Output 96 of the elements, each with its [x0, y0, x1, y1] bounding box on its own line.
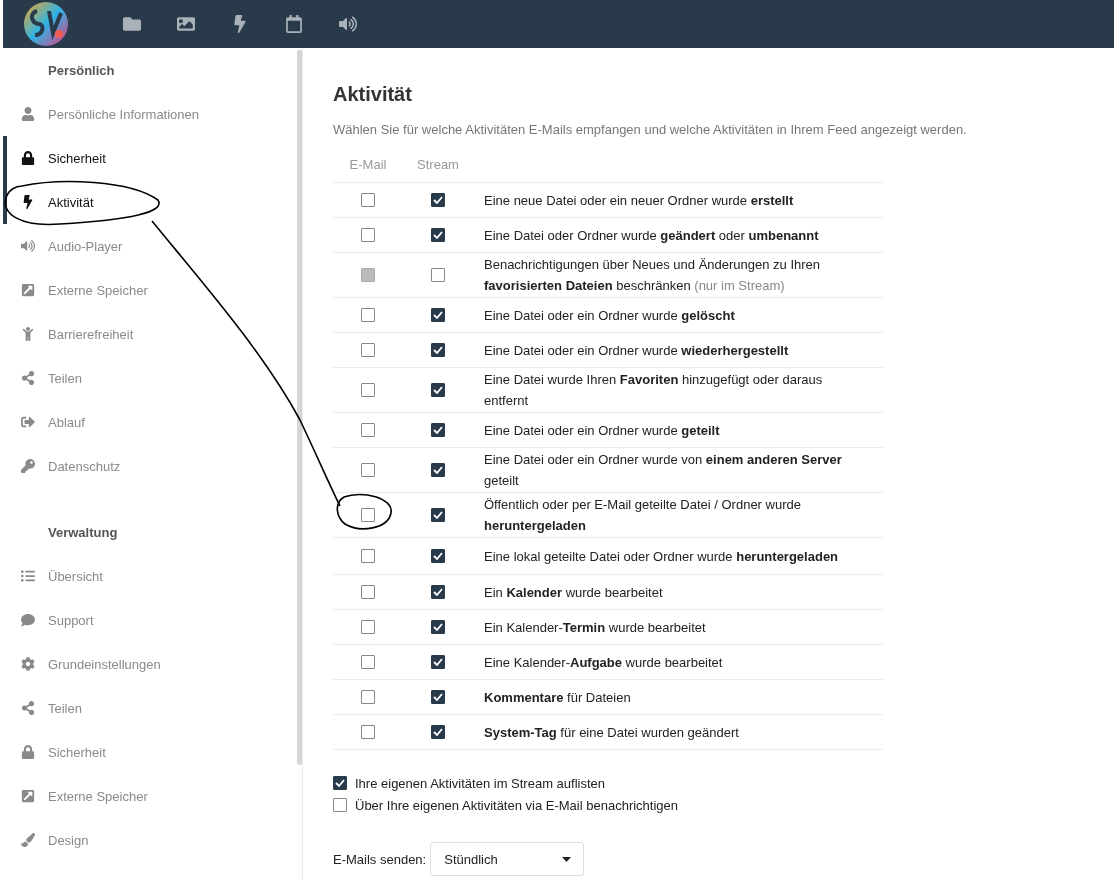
activity-label: Öffentlich oder per E-Mail geteilte Datei / Ordner wurde heruntergeladen [483, 496, 802, 535]
logo-icon[interactable] [23, 1, 69, 47]
sidebar-item[interactable]: Sicherheit [3, 136, 120, 180]
checkbox[interactable] [361, 383, 375, 397]
lock-icon [20, 151, 35, 165]
settings-icon [20, 657, 35, 671]
checkbox[interactable] [361, 508, 375, 522]
checkbox[interactable] [431, 549, 445, 563]
checkbox[interactable] [431, 585, 445, 599]
column-header: Stream [416, 157, 460, 172]
section-heading: Verwaltung [48, 524, 118, 540]
speaker-icon[interactable] [339, 15, 357, 33]
sidebar-item[interactable]: Persönliche Informationen [3, 92, 214, 136]
sidebar-item[interactable]: Design [3, 818, 103, 862]
image-icon[interactable] [177, 15, 195, 33]
sidebar-item[interactable]: Datenschutz [3, 444, 135, 488]
field-label: E-Mails senden: [333, 851, 427, 867]
checkbox[interactable] [361, 193, 375, 207]
activity-label: Eine neue Datei oder ein neuer Ordner wurde erstellt [483, 191, 795, 210]
ellipse-annotation [336, 493, 392, 530]
user-icon [20, 107, 35, 121]
folder-icon[interactable] [123, 15, 141, 33]
option-label: Ihre eigenen Aktivitäten im Stream auflisten [355, 775, 606, 791]
sidebar-item[interactable]: Aktivität [3, 180, 108, 224]
checkbox[interactable] [361, 725, 375, 739]
activity-label: Eine Datei oder ein Ordner wurde wiederhergestellt [483, 341, 790, 360]
list-icon [20, 569, 35, 583]
checkbox[interactable] [361, 463, 375, 477]
activity-label: Eine Datei oder ein Ordner wurde gelöscht [483, 306, 736, 325]
checkbox[interactable] [361, 690, 375, 704]
share-icon [20, 371, 35, 385]
calendar-icon[interactable] [285, 15, 303, 33]
activity-label: Ein Kalender-Termin wurde bearbeitet [483, 618, 707, 637]
bolt-icon[interactable] [231, 15, 249, 33]
checkbox[interactable] [431, 463, 445, 477]
figure-icon [20, 327, 35, 341]
sidebar-item[interactable]: Teilen [3, 686, 96, 730]
section-heading: Persönlich [48, 62, 115, 78]
checkbox[interactable] [431, 268, 445, 282]
scrollbar[interactable] [297, 50, 302, 765]
checkbox[interactable] [431, 690, 445, 704]
sidebar-item[interactable]: Übersicht [3, 554, 117, 598]
exit-icon [20, 415, 35, 429]
checkbox[interactable] [361, 308, 375, 322]
checkbox[interactable] [431, 655, 445, 669]
checkbox[interactable] [361, 620, 375, 634]
checkbox[interactable] [431, 620, 445, 634]
checkbox[interactable] [333, 798, 347, 812]
external-link-icon [20, 789, 35, 803]
key-icon [20, 459, 35, 473]
sidebar-item[interactable]: Sicherheit [3, 730, 120, 774]
activity-label: Eine lokal geteilte Datei oder Ordner wurde heruntergeladen [483, 547, 840, 566]
sidebar-item[interactable]: Teilen [3, 356, 96, 400]
checkbox[interactable] [361, 343, 375, 357]
activity-label: Eine Datei wurde Ihren Favoriten hinzugefügt oder daraus entfernt [483, 371, 824, 410]
checkbox[interactable] [431, 193, 445, 207]
activity-label: Ein Kalender wurde bearbeitet [483, 583, 664, 602]
brush-icon [20, 833, 35, 847]
sidebar-item[interactable]: Barrierefreiheit [3, 312, 148, 356]
checkbox[interactable] [431, 343, 445, 357]
checkbox[interactable] [361, 228, 375, 242]
checkbox[interactable] [431, 423, 445, 437]
activity-label: Eine Datei oder Ordner wurde geändert oder umbenannt [483, 226, 820, 245]
sidebar-item[interactable]: Audio-Player [3, 224, 137, 268]
activity-label: Eine Datei oder ein Ordner wurde von einem anderen Server geteilt [483, 451, 843, 490]
activity-label: Eine Kalender-Aufgabe wurde bearbeitet [483, 653, 724, 672]
column-header: E-Mail [348, 157, 388, 172]
checkbox[interactable] [361, 585, 375, 599]
external-link-icon [20, 283, 35, 297]
caret-icon [562, 856, 572, 862]
sidebar-item[interactable]: Ablauf [3, 400, 99, 444]
description-text: Wählen Sie für welche Aktivitäten E-Mails empfangen und welche Aktivitäten in Ihrem Feed angezeigt werden. [333, 121, 968, 139]
option-label: Über Ihre eigenen Aktivitäten via E-Mail benachrichtigen [355, 797, 678, 813]
activity-label: Kommentare für Dateien [483, 688, 632, 707]
speaker-icon [20, 239, 35, 253]
lock-icon [20, 745, 35, 759]
activity-label: System-Tag für eine Datei wurden geändert [483, 723, 740, 742]
checkbox[interactable] [431, 383, 445, 397]
activity-label: Benachrichtigungen über Neues und Änderungen zu Ihren favorisierten Dateien beschränken (nur im Stream) [483, 256, 822, 295]
activity-label: Eine Datei oder ein Ordner wurde geteilt [483, 421, 721, 440]
checkbox[interactable] [431, 308, 445, 322]
sidebar-item[interactable]: Externe Speicher [3, 774, 162, 818]
checkbox[interactable] [431, 228, 445, 242]
checkbox[interactable] [361, 655, 375, 669]
page-title: Aktivität [333, 82, 413, 106]
sidebar-item[interactable]: Grundeinstellungen [3, 642, 175, 686]
checkbox[interactable] [333, 776, 347, 790]
share-icon [20, 701, 35, 715]
checkbox[interactable] [361, 423, 375, 437]
checkbox[interactable] [361, 549, 375, 563]
sidebar-item[interactable]: Support [3, 598, 108, 642]
speech-bubble-icon [20, 613, 35, 627]
sidebar-item[interactable]: Externe Speicher [3, 268, 162, 312]
checkbox[interactable] [431, 725, 445, 739]
checkbox[interactable] [431, 508, 445, 522]
frequency-dropdown[interactable]: Stündlich [430, 842, 585, 876]
